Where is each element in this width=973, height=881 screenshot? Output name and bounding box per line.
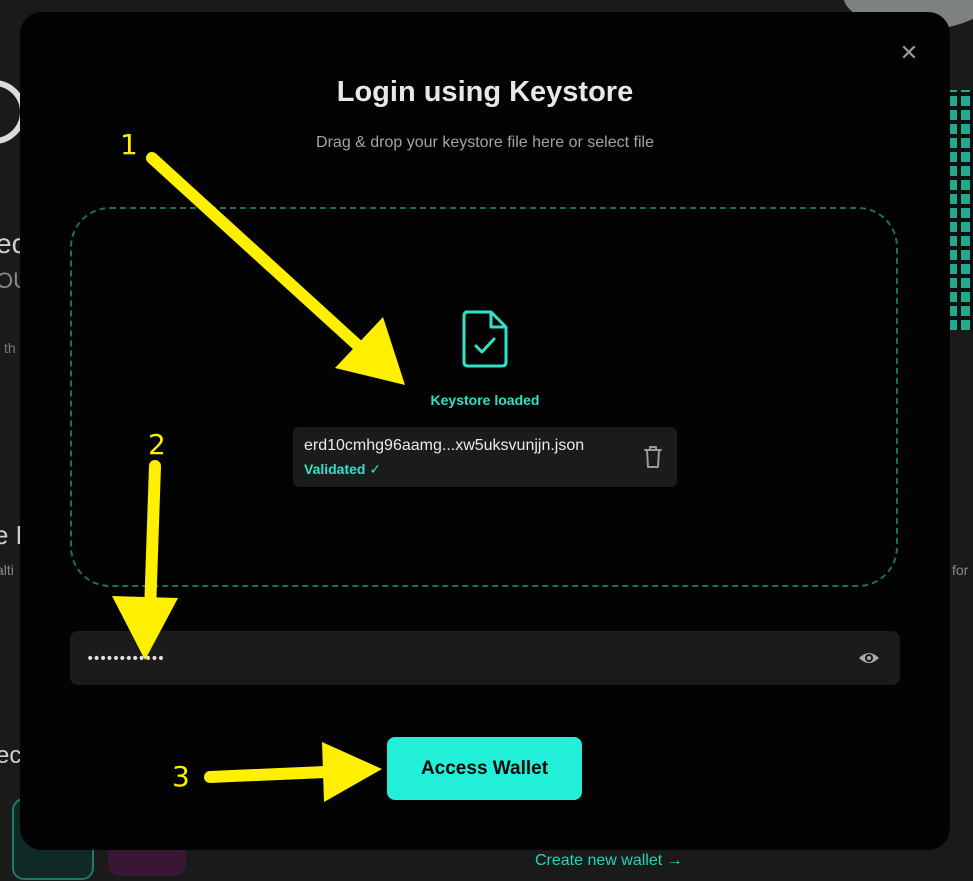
password-input[interactable] [84, 631, 828, 687]
background-text: alti [0, 562, 14, 578]
step-number: 1 [120, 128, 138, 161]
background-text: th [4, 340, 16, 356]
step-number: 2 [148, 428, 166, 461]
close-icon[interactable]: ✕ [896, 40, 922, 66]
create-new-wallet-link[interactable]: Create new wallet → [535, 852, 683, 870]
background-text: for [952, 562, 969, 578]
keystore-status: Keystore loaded [430, 392, 540, 408]
keystore-filename: erd10cmhg96aamg...xw5uksvunjjn.json [304, 437, 585, 454]
background-qr-code [948, 90, 973, 330]
background-text: ec [0, 742, 22, 769]
keystore-file-card: erd10cmhg96aamg...xw5uksvunjjn.json Vali… [293, 427, 677, 487]
access-wallet-button[interactable]: Access Wallet [387, 737, 582, 800]
modal-subtitle: Drag & drop your keystore file here or s… [316, 134, 654, 151]
file-check-icon [462, 310, 508, 368]
password-field [70, 631, 900, 687]
modal-title: Login using Keystore [336, 76, 634, 108]
eye-icon[interactable] [858, 648, 880, 668]
trash-icon[interactable] [643, 445, 663, 469]
step-number: 3 [172, 760, 190, 793]
validated-label: Validated ✓ [304, 461, 382, 477]
